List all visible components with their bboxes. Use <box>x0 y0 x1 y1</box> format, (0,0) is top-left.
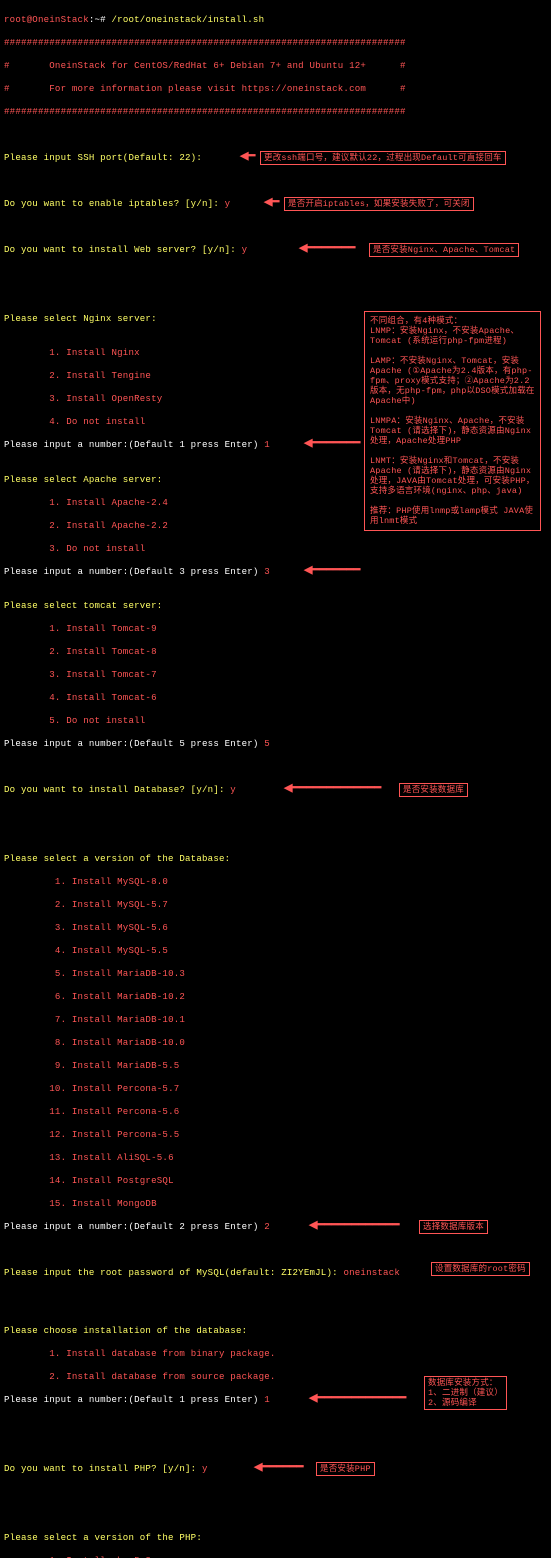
p-dbinst: Please input a number:(Default 1 press E… <box>4 1394 264 1405</box>
opt-db-14: 14. Install PostgreSQL <box>4 1175 547 1187</box>
banner-text2: # For more information please visit http… <box>4 83 547 95</box>
blank <box>4 129 547 141</box>
opt-nginx-1: 1. Install Nginx <box>4 347 547 359</box>
note-dbinst: 数据库安装方式： 1、二进制（建议） 2、源码编译 <box>424 1376 507 1410</box>
p-apache: Please input a number:(Default 3 press E… <box>4 566 264 577</box>
q-db: Do you want to install Database? [y/n]: <box>4 784 230 795</box>
arrow-icon: ◀━ <box>264 198 279 209</box>
banner-text1: # OneinStack for CentOS/RedHat 6+ Debian… <box>4 60 547 72</box>
p-tomcat: Please input a number:(Default 5 press E… <box>4 738 264 749</box>
in-dbsel[interactable]: 2 <box>264 1221 270 1232</box>
in-dbq[interactable]: y <box>230 784 236 795</box>
prompt-sep: :~# <box>89 14 112 25</box>
in-phpq[interactable]: y <box>202 1463 208 1474</box>
h-apache: Please select Apache server: <box>4 474 547 486</box>
opt-apache-1: 1. Install Apache-2.4 <box>4 497 547 509</box>
note-ssh: 更改ssh端口号，建议默认22，过程出现Default可直接回车 <box>260 151 506 165</box>
h-nginx: Please select Nginx server: <box>4 313 157 324</box>
note-dbq: 是否安装数据库 <box>399 783 468 797</box>
h-db: Please select a version of the Database: <box>4 853 547 865</box>
opt-db-2: 2. Install MySQL-5.7 <box>4 899 547 911</box>
opt-db-15: 15. Install MongoDB <box>4 1198 547 1210</box>
note-dbroot: 设置数据库的root密码 <box>431 1262 530 1276</box>
in-nginx[interactable]: 1 <box>264 439 270 450</box>
prompt-user: root@OneinStack <box>4 14 89 25</box>
blank <box>4 1302 547 1314</box>
opt-db-6: 6. Install MariaDB-10.2 <box>4 991 547 1003</box>
terminal: root@OneinStack:~# /root/oneinstack/inst… <box>0 0 551 1558</box>
opt-dbinst-1: 1. Install database from binary package. <box>4 1348 547 1360</box>
opt-apache-3: 3. Do not install <box>4 543 547 555</box>
blank <box>4 1509 547 1521</box>
q-ssh: Please input SSH port(Default: 22): <box>4 152 208 163</box>
opt-tomcat-4: 4. Install Tomcat-6 <box>4 692 547 704</box>
opt-tomcat-2: 2. Install Tomcat-8 <box>4 646 547 658</box>
opt-db-9: 9. Install MariaDB-5.5 <box>4 1060 547 1072</box>
opt-db-3: 3. Install MySQL-5.6 <box>4 922 547 934</box>
arrow-icon: ◀━ <box>240 152 255 163</box>
opt-db-10: 10. Install Percona-5.7 <box>4 1083 547 1095</box>
opt-php-1: 1. Install php-5.3 <box>4 1555 547 1558</box>
blank <box>4 761 547 773</box>
arrow-icon: ◀━━━━━━━ <box>304 439 360 450</box>
p-db: Please input a number:(Default 2 press E… <box>4 1221 264 1232</box>
note-iptables: 是否开启iptables，如果安装失败了，可关闭 <box>284 197 474 211</box>
opt-db-13: 13. Install AliSQL-5.6 <box>4 1152 547 1164</box>
opt-nginx-2: 2. Install Tengine <box>4 370 547 382</box>
h-dbinst: Please choose installation of the databa… <box>4 1325 547 1337</box>
arrow-icon: ◀━━━━━━━ <box>299 244 355 255</box>
q-iptables: Do you want to enable iptables? [y/n]: <box>4 198 225 209</box>
opt-apache-2: 2. Install Apache-2.2 <box>4 520 547 532</box>
blank <box>4 1440 547 1452</box>
arrow-icon: ◀━━━━━━━━━━━━ <box>309 1221 400 1232</box>
opt-db-7: 7. Install MariaDB-10.1 <box>4 1014 547 1026</box>
q-dbroot: Please input the root password of MySQL(… <box>4 1267 343 1278</box>
opt-db-5: 5. Install MariaDB-10.3 <box>4 968 547 980</box>
h-tomcat: Please select tomcat server: <box>4 600 547 612</box>
in-apache[interactable]: 3 <box>264 566 270 577</box>
in-dbinst[interactable]: 1 <box>264 1394 270 1405</box>
opt-nginx-3: 3. Install OpenResty <box>4 393 547 405</box>
arrow-icon: ◀━━━━━━━━━━━━━ <box>309 1394 406 1405</box>
in-dbroot[interactable]: oneinstack <box>343 1267 400 1278</box>
in-web[interactable]: y <box>242 244 248 255</box>
p-nginx: Please input a number:(Default 1 press E… <box>4 439 264 450</box>
in-tomcat[interactable]: 5 <box>264 738 270 749</box>
arrow-icon: ◀━━━━━━━ <box>304 566 360 577</box>
note-web: 是否安装Nginx、Apache、Tomcat <box>369 243 519 257</box>
opt-db-8: 8. Install MariaDB-10.0 <box>4 1037 547 1049</box>
opt-db-1: 1. Install MySQL-8.0 <box>4 876 547 888</box>
opt-nginx-4: 4. Do not install <box>4 416 547 428</box>
q-php: Do you want to install PHP? [y/n]: <box>4 1463 202 1474</box>
banner-line: ########################################… <box>4 37 547 49</box>
command[interactable]: /root/oneinstack/install.sh <box>112 14 265 25</box>
opt-tomcat-5: 5. Do not install <box>4 715 547 727</box>
arrow-icon: ◀━━━━━━━━━━━━━ <box>284 784 381 795</box>
note-phpq: 是否安装PHP <box>316 1462 375 1476</box>
arrow-icon: ◀━━━━━━ <box>254 1463 304 1474</box>
h-php: Please select a version of the PHP: <box>4 1532 547 1544</box>
blank <box>4 290 547 302</box>
opt-db-12: 12. Install Percona-5.5 <box>4 1129 547 1141</box>
note-dbsel: 选择数据库版本 <box>419 1220 488 1234</box>
opt-db-11: 11. Install Percona-5.6 <box>4 1106 547 1118</box>
opt-tomcat-3: 3. Install Tomcat-7 <box>4 669 547 681</box>
opt-tomcat-1: 1. Install Tomcat-9 <box>4 623 547 635</box>
in-iptables[interactable]: y <box>225 198 231 209</box>
q-web: Do you want to install Web server? [y/n]… <box>4 244 242 255</box>
blank <box>4 830 547 842</box>
opt-db-4: 4. Install MySQL-5.5 <box>4 945 547 957</box>
banner-line2: ########################################… <box>4 106 547 118</box>
